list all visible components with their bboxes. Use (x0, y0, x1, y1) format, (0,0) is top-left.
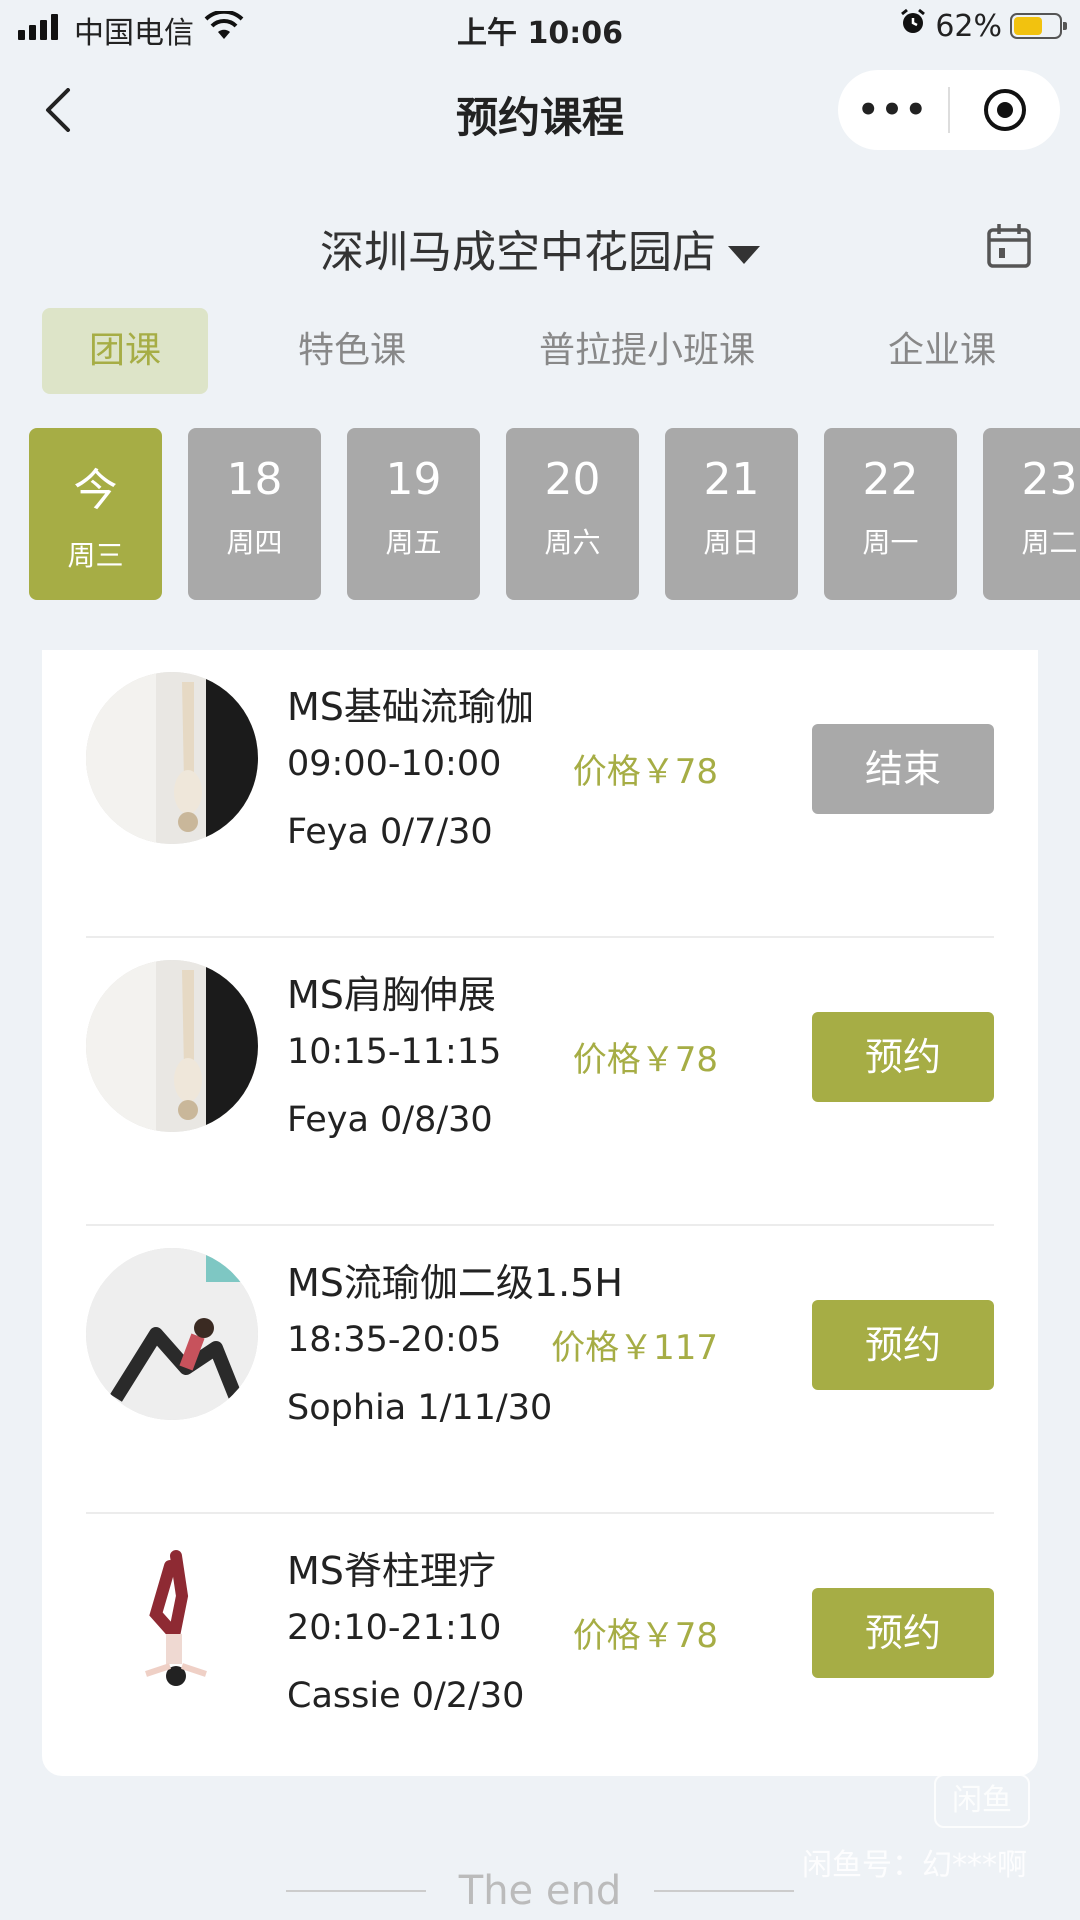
course-teacher-capacity: Feya 0/7/30 (287, 812, 493, 852)
course-price: 价格￥78 (572, 1040, 718, 1080)
calendar-icon[interactable] (986, 222, 1032, 274)
list-end-marker: The end (0, 1868, 1080, 1918)
watermark-logo: 闲鱼 (934, 1774, 1030, 1828)
course-thumbnail (86, 1536, 258, 1708)
date-weekday: 周六 (544, 526, 601, 559)
course-name: MS流瑜伽二级1.5H (287, 1261, 623, 1305)
course-time: 10:15-11:15 (287, 1032, 502, 1072)
end-text: The end (458, 1868, 622, 1914)
date-weekday: 周日 (703, 526, 760, 559)
date-weekday: 周四 (226, 526, 283, 559)
target-icon (984, 89, 1026, 131)
course-time: 20:10-21:10 (287, 1608, 502, 1648)
course-teacher-capacity: Feya 0/8/30 (287, 1100, 493, 1140)
more-button[interactable]: ••• (838, 90, 948, 130)
caret-down-icon (728, 246, 760, 264)
category-tabs: 团课 特色课 普拉提小班课 企业课 (0, 308, 1080, 394)
date-number: 18 (226, 454, 283, 505)
course-name: MS肩胸伸展 (287, 973, 496, 1017)
date-item[interactable]: 18 周四 (188, 428, 321, 600)
course-item[interactable]: MS基础流瑜伽 09:00-10:00 价格￥78 Feya 0/7/30 结束 (42, 650, 1038, 938)
date-item-today[interactable]: 今 周三 (29, 428, 162, 600)
course-item[interactable]: MS流瑜伽二级1.5H 18:35-20:05 价格￥117 Sophia 1/… (42, 1226, 1038, 1514)
nav-bar: 预约课程 ••• (0, 60, 1080, 160)
course-time: 09:00-10:00 (287, 744, 502, 784)
course-name: MS脊柱理疗 (287, 1549, 496, 1593)
course-thumbnail (86, 1248, 258, 1420)
battery-percent: 62% (935, 8, 1002, 44)
date-weekday: 周三 (67, 539, 124, 572)
battery-icon (1010, 13, 1067, 39)
course-name: MS基础流瑜伽 (287, 685, 534, 729)
date-item[interactable]: 23 周二 (983, 428, 1080, 600)
status-bar: 中国电信 上午 10:06 62% (0, 0, 1080, 54)
mini-program-capsule: ••• (838, 70, 1060, 150)
date-weekday: 周二 (1021, 526, 1078, 559)
course-list: MS基础流瑜伽 09:00-10:00 价格￥78 Feya 0/7/30 结束… (42, 650, 1038, 1776)
book-button[interactable]: 预约 (812, 1300, 994, 1390)
course-time: 18:35-20:05 (287, 1320, 502, 1360)
date-item[interactable]: 22 周一 (824, 428, 957, 600)
alarm-icon (899, 8, 927, 44)
end-line-right (654, 1890, 794, 1892)
store-name: 深圳马成空中花园店 (320, 227, 716, 278)
book-button[interactable]: 预约 (812, 1012, 994, 1102)
store-selector[interactable]: 深圳马成空中花园店 (0, 216, 1080, 280)
tab-corporate-class[interactable]: 企业课 (860, 308, 1024, 394)
course-teacher-capacity: Cassie 0/2/30 (287, 1676, 525, 1716)
course-price: 价格￥78 (572, 752, 718, 792)
book-button[interactable]: 预约 (812, 1588, 994, 1678)
date-number: 20 (544, 454, 601, 505)
ended-button[interactable]: 结束 (812, 724, 994, 814)
tab-pilates-class[interactable]: 普拉提小班课 (520, 308, 774, 394)
close-target-button[interactable] (950, 87, 1060, 133)
course-price: 价格￥117 (551, 1328, 718, 1368)
date-weekday: 周一 (862, 526, 919, 559)
date-weekday: 周五 (385, 526, 442, 559)
date-number: 23 (1021, 454, 1078, 505)
tab-group-class[interactable]: 团课 (42, 308, 208, 394)
date-number: 今 (73, 465, 118, 516)
date-item[interactable]: 20 周六 (506, 428, 639, 600)
course-item[interactable]: MS脊柱理疗 20:10-21:10 价格￥78 Cassie 0/2/30 预… (42, 1514, 1038, 1802)
tab-featured-class[interactable]: 特色课 (260, 308, 444, 394)
date-number: 21 (703, 454, 760, 505)
course-item[interactable]: MS肩胸伸展 10:15-11:15 价格￥78 Feya 0/8/30 预约 (42, 938, 1038, 1226)
course-thumbnail (86, 672, 258, 844)
date-number: 19 (385, 454, 442, 505)
course-teacher-capacity: Sophia 1/11/30 (287, 1388, 553, 1428)
store-selector-row: 深圳马成空中花园店 (0, 212, 1080, 282)
course-thumbnail (86, 960, 258, 1132)
course-price: 价格￥78 (572, 1616, 718, 1656)
date-item[interactable]: 19 周五 (347, 428, 480, 600)
date-selector: 今 周三 18 周四 19 周五 20 周六 21 周日 22 周一 23 周二 (0, 428, 1080, 600)
date-item[interactable]: 21 周日 (665, 428, 798, 600)
date-number: 22 (862, 454, 919, 505)
